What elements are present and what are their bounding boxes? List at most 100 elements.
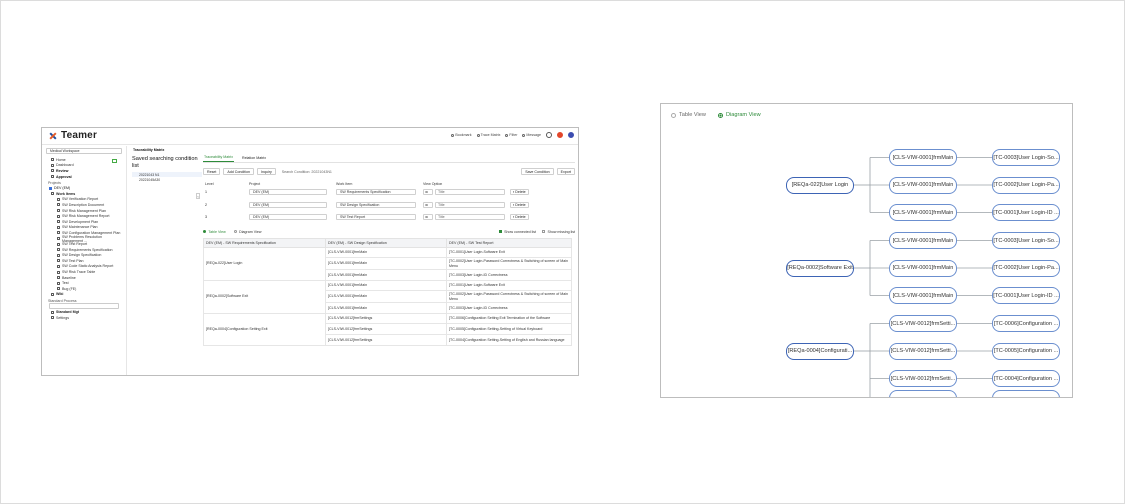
test-report-cell[interactable]: [TC-0002]User Login-Password Correctness… <box>446 290 572 303</box>
test-report-cell[interactable]: [TC-0005]Configuration Setting-Setting o… <box>446 323 572 336</box>
id-option-select[interactable]: ID <box>423 189 433 196</box>
id-option-select[interactable]: ID <box>423 201 433 208</box>
diagram-view-option[interactable]: Diagram View <box>233 229 261 234</box>
title-option-select[interactable]: Title <box>435 201 505 208</box>
requirement-node[interactable]: [REQa-022]User Login <box>786 176 854 194</box>
test-case-node[interactable]: [TC-0006]Configuration ... <box>992 315 1060 332</box>
reset-button[interactable]: Reset <box>203 168 221 175</box>
requirement-cell[interactable]: [REQa-022]User Login <box>203 246 326 281</box>
title-option-select[interactable]: Title <box>435 189 505 196</box>
project-icon <box>49 186 52 190</box>
design-cell[interactable]: [CLS-VIW-0012]frmSettings <box>325 323 447 336</box>
show-connected-toggle[interactable]: Show connected list <box>498 230 536 234</box>
sidebar-work-item-label: SW Maintenance Plan <box>62 225 98 230</box>
work-item-select[interactable]: SW Test Report <box>336 214 416 221</box>
requirement-node[interactable]: [REQa-0002]Software Exit <box>786 259 854 277</box>
bookmark-link[interactable]: Bookmark <box>451 133 472 137</box>
requirement-node[interactable]: [REQa-0004]Configurati... <box>786 342 854 360</box>
notification-icon[interactable] <box>557 132 563 138</box>
design-cell[interactable]: [CLS-VIW-0012]frmSettings <box>325 312 447 325</box>
tab-relation-matrix[interactable]: Relation Matrix <box>241 156 267 162</box>
requirement-cell[interactable]: [REQa-0004]Configuration Setting Exit <box>203 312 326 346</box>
missing-label: Show missing list <box>547 229 575 234</box>
design-node[interactable]: [CLS-VIW-0001]frmMain <box>889 176 957 194</box>
trash-icon: ▪ <box>513 215 515 220</box>
add-condition-button[interactable]: Add Condition <box>223 168 254 175</box>
design-node[interactable] <box>889 390 957 397</box>
show-missing-toggle[interactable]: Show missing list <box>542 230 575 234</box>
title-option-select[interactable]: Title <box>435 214 505 221</box>
diagram-view-radio <box>233 229 238 234</box>
tab-traceability-matrix[interactable]: Traceability Matrix <box>203 155 235 162</box>
saved-conditions-title: Saved searching condition list <box>132 156 198 169</box>
design-cell[interactable]: [CLS-VIW-0001]frmMain <box>325 301 447 314</box>
delete-row-button[interactable]: ▪ Delete <box>510 201 529 208</box>
test-case-node[interactable] <box>992 390 1060 397</box>
design-cell[interactable]: [CLS-VIW-0001]frmMain <box>325 257 447 270</box>
design-node[interactable]: [CLS-VIW-0012]frmSetti... <box>889 370 957 387</box>
logo[interactable]: Teamer <box>48 130 97 141</box>
nav-wiki[interactable]: Wiki <box>46 292 122 298</box>
test-case-node[interactable]: [TC-0001]User Login-ID ... <box>992 287 1060 304</box>
requirement-cell[interactable]: [REQa-0002]Software Exit <box>203 279 326 314</box>
design-cell[interactable]: [CLS-VIW-0001]frmMain <box>325 279 447 292</box>
test-report-cell[interactable]: [TC-0003]User Login-ID Correctness <box>446 301 572 314</box>
design-node[interactable]: [CLS-VIW-0012]frmSetti... <box>889 315 957 332</box>
filter-link[interactable]: Filter <box>505 133 517 137</box>
diagram-panel: Table View Diagram View [REQa-022]User L… <box>660 103 1073 398</box>
work-item-select[interactable]: SW Design Specification <box>336 201 416 208</box>
trace-table: DEV (EM) - SW Requirements Specification… <box>203 237 572 346</box>
test-case-node[interactable]: [TC-0002]User Login-Pa... <box>992 176 1060 194</box>
help-icon[interactable] <box>546 132 552 138</box>
project-select[interactable]: DEV (EM) <box>249 189 327 196</box>
project-select[interactable]: DEV (EM) <box>249 214 327 221</box>
delete-row-button[interactable]: ▪ Delete <box>510 214 529 221</box>
test-case-node[interactable]: [TC-0002]User Login-Pa... <box>992 259 1060 277</box>
sidebar-work-item-label: SW Test Report <box>62 242 88 247</box>
test-report-cell[interactable]: [TC-0002]User Login-Password Correctness… <box>446 257 572 270</box>
table-view-option[interactable]: Table View <box>203 230 226 234</box>
test-case-node[interactable]: [TC-0004]Configuration ... <box>992 370 1060 387</box>
design-cell[interactable]: [CLS-VIW-0001]frmMain <box>325 290 447 303</box>
project-select[interactable]: DEV (EM) <box>249 201 327 208</box>
test-case-node[interactable]: [TC-0001]User Login-ID ... <box>992 204 1060 221</box>
filter-icon <box>505 133 509 137</box>
design-cell[interactable]: [CLS-VIW-0001]frmMain <box>325 246 447 259</box>
design-node[interactable]: [CLS-VIW-0001]frmMain <box>889 149 957 166</box>
approval-icon <box>51 175 54 179</box>
test-case-node[interactable]: [TC-0003]User Login-So... <box>992 232 1060 249</box>
design-node[interactable]: [CLS-VIW-0001]frmMain <box>889 287 957 304</box>
test-case-node[interactable]: [TC-0005]Configuration ... <box>992 342 1060 360</box>
design-cell[interactable]: [CLS-VIW-0012]frmSettings <box>325 334 447 346</box>
home-icon <box>51 158 54 162</box>
nav-settings[interactable]: Settings <box>46 315 122 321</box>
wiki-icon <box>51 292 54 296</box>
test-report-cell[interactable]: [TC-0006]Configuration Setting Exit Term… <box>446 312 572 325</box>
design-cell[interactable]: [CLS-VIW-0001]frmMain <box>325 268 447 281</box>
saved-condition-item[interactable]: 20221045A30 <box>132 177 202 182</box>
inquiry-button[interactable]: Inquiry <box>256 168 276 175</box>
message-link[interactable]: Message <box>522 133 541 137</box>
folder-icon <box>51 192 54 196</box>
nav-approval[interactable]: Approval <box>46 174 122 180</box>
avatar[interactable] <box>568 132 574 138</box>
design-node[interactable]: [CLS-VIW-0001]frmMain <box>889 259 957 277</box>
id-option-select[interactable]: ID <box>423 214 433 221</box>
test-report-cell[interactable]: [TC-0001]User Login-Software Exit <box>446 246 572 259</box>
trace-matrix-link[interactable]: Trace Matrix <box>476 133 500 137</box>
test-report-cell[interactable]: [TC-0003]User Login-ID Correctness <box>446 268 572 281</box>
add-icon[interactable] <box>112 159 117 163</box>
document-icon <box>57 237 60 241</box>
delete-row-button[interactable]: ▪ Delete <box>510 189 529 196</box>
save-condition-button[interactable]: Save Condition <box>521 168 554 175</box>
test-report-cell[interactable]: [TC-0004]Configuration Setting-Setting o… <box>446 334 572 346</box>
design-node[interactable]: [CLS-VIW-0001]frmMain <box>889 232 957 249</box>
export-button[interactable]: Export <box>556 168 575 175</box>
project-name: DEV (EM) <box>54 186 71 191</box>
design-node[interactable]: [CLS-VIW-0001]frmMain <box>889 204 957 221</box>
design-node[interactable]: [CLS-VIW-0012]frmSetti... <box>889 342 957 360</box>
test-report-cell[interactable]: [TC-0001]User Login-Software Exit <box>446 279 572 292</box>
test-case-node[interactable]: [TC-0003]User Login-So... <box>992 149 1060 166</box>
work-item-select[interactable]: SW Requirements Specification <box>336 189 416 196</box>
collapse-panel-button[interactable]: ‹ <box>196 193 200 199</box>
